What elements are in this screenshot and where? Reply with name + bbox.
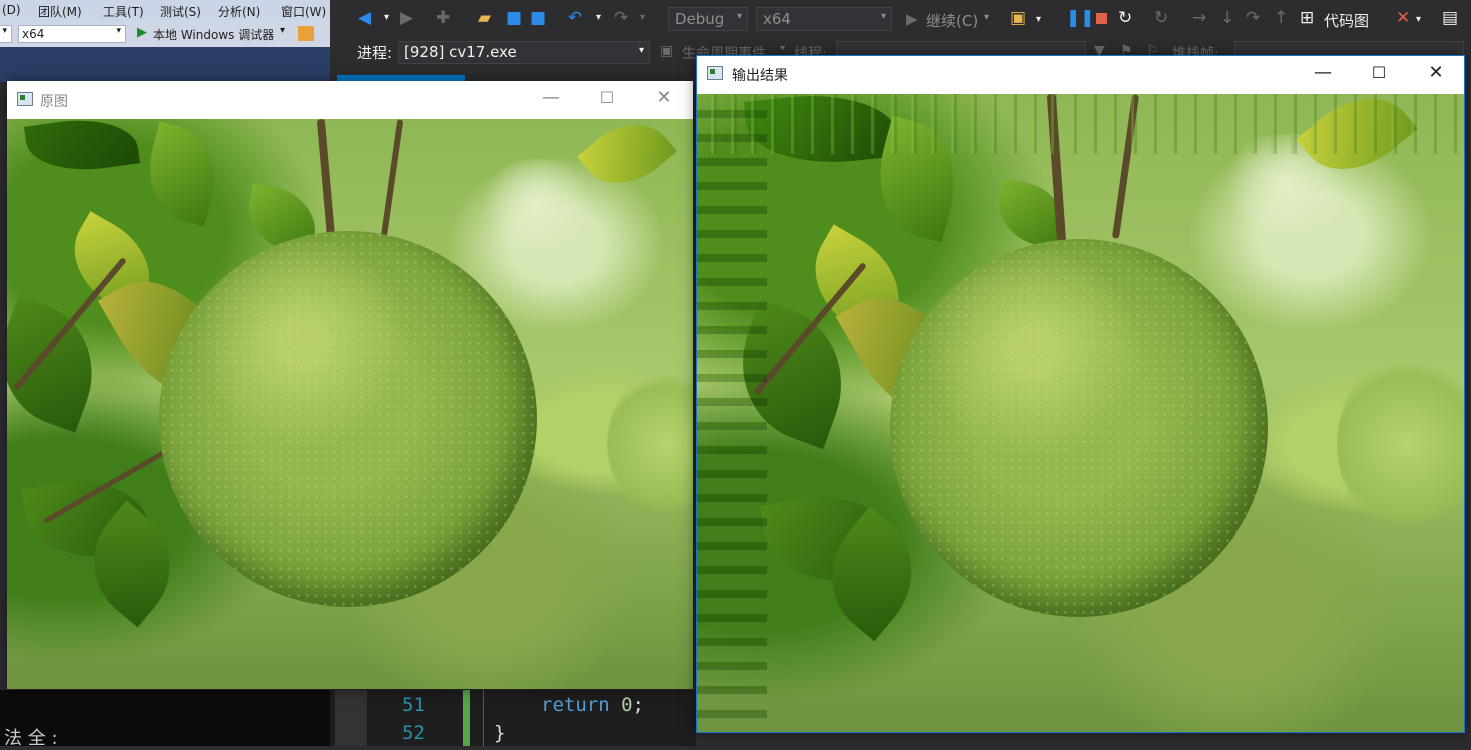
minimize-icon[interactable]: —	[1303, 58, 1343, 88]
stop-icon[interactable]	[1096, 13, 1107, 24]
open-folder-icon[interactable]: ▰	[478, 8, 491, 28]
continue-icon[interactable]: ▶	[906, 10, 918, 28]
line-number: 51	[402, 694, 425, 716]
continue-button[interactable]: 继续(C)	[926, 10, 978, 31]
distortion-stripes	[697, 94, 1464, 154]
chevron-down-icon[interactable]: ▾	[984, 12, 989, 23]
undo-icon[interactable]: ↶	[568, 8, 582, 28]
left-platform-combo[interactable]: x64 ▾	[18, 25, 126, 43]
chevron-down-icon[interactable]: ▾	[384, 12, 389, 23]
chevron-down-icon[interactable]: ▾	[280, 25, 285, 36]
scope-guide-line	[483, 690, 484, 746]
new-item-icon[interactable]: ✚	[436, 8, 450, 28]
process-label: 进程:	[357, 44, 393, 62]
original-window-titlebar[interactable]: 原图 — ☐ ✕	[7, 81, 693, 119]
editor-margin	[335, 690, 367, 746]
maximize-icon[interactable]: ☐	[1359, 58, 1399, 88]
left-platform-value: x64	[22, 27, 45, 41]
change-tracking-bar	[463, 690, 470, 746]
chevron-down-icon[interactable]: ▾	[640, 12, 645, 23]
left-config-combo[interactable]: ▾	[0, 25, 12, 43]
code-line-51: return 0;	[541, 694, 644, 716]
step-out-icon[interactable]: ↑	[1274, 8, 1288, 28]
restart-icon[interactable]: ↻	[1118, 8, 1132, 28]
lifecycle-icon[interactable]: ▣	[660, 43, 673, 59]
code-map-icon[interactable]: ⊞	[1300, 8, 1314, 28]
left-menu-bar: (D) 团队(M) 工具(T) 测试(S) 分析(N) 窗口(W)	[0, 0, 330, 22]
menu-item-tools[interactable]: 工具(T)	[103, 3, 144, 20]
opencv-window-icon	[707, 66, 723, 80]
console-text: 法 全 :	[4, 728, 58, 749]
debug-toolbar: ◀ ▾ ▶ ✚ ▰ ■ ■ ↶ ▾ ↷ ▾ Debug ▾ x64 ▾ ▶ 继续(C…	[330, 0, 1471, 40]
breakpoints-icon[interactable]: ✕	[1396, 8, 1410, 28]
chevron-down-icon[interactable]: ▾	[780, 43, 785, 54]
original-image-window[interactable]: 原图 — ☐ ✕	[7, 81, 693, 689]
chevron-down-icon[interactable]: ▾	[1416, 14, 1421, 25]
process-value: [928] cv17.exe	[404, 43, 517, 61]
minimize-icon[interactable]: —	[531, 83, 571, 113]
left-toolbar: ▾ x64 ▾ ▶ 本地 Windows 调试器 ▾	[0, 22, 330, 47]
output-result-window[interactable]: 输出结果 — ☐ ✕	[696, 55, 1465, 733]
output-image	[697, 94, 1464, 732]
config-value: Debug	[675, 10, 725, 28]
original-window-title: 原图	[40, 94, 68, 110]
chevron-down-icon[interactable]: ▾	[1036, 14, 1041, 25]
save-icon[interactable]: ■	[506, 8, 522, 28]
menu-item-team[interactable]: 团队(M)	[38, 3, 82, 20]
platform-combo[interactable]: x64 ▾	[756, 7, 892, 31]
semicolon: ;	[632, 694, 644, 716]
menu-item-test[interactable]: 测试(S)	[160, 3, 201, 20]
line-number: 52	[402, 722, 425, 744]
close-icon[interactable]: ✕	[1416, 58, 1456, 88]
keyword-return: return	[541, 694, 610, 716]
back-icon[interactable]: ◀	[358, 8, 371, 28]
step-forward-icon[interactable]: →	[1192, 8, 1206, 28]
console-window: 法 全 :	[0, 690, 330, 749]
close-icon[interactable]: ✕	[644, 83, 684, 113]
step-over-icon[interactable]: ↷	[1246, 8, 1260, 28]
code-line-52: }	[494, 722, 506, 744]
pause-icon[interactable]: ❚❚	[1066, 8, 1095, 28]
overflow-icon[interactable]: ▤	[1442, 8, 1458, 28]
original-image	[7, 119, 693, 689]
code-editor[interactable]: 51 52 return 0; }	[330, 690, 696, 746]
process-combo[interactable]: [928] cv17.exe ▾	[398, 41, 650, 64]
maximize-icon[interactable]: ☐	[587, 83, 627, 113]
output-window-titlebar[interactable]: 输出结果 — ☐ ✕	[697, 56, 1464, 94]
menu-item-window[interactable]: 窗口(W)	[281, 3, 326, 20]
menu-item-analyze[interactable]: 分析(N)	[218, 3, 260, 20]
play-icon[interactable]: ▶	[137, 25, 147, 40]
opencv-window-icon	[17, 92, 33, 106]
run-debugger-button[interactable]: 本地 Windows 调试器	[153, 26, 274, 43]
redo-icon[interactable]: ↷	[614, 8, 628, 28]
output-window-title: 输出结果	[732, 68, 788, 84]
left-panel-header	[0, 47, 330, 82]
find-icon[interactable]	[298, 26, 314, 41]
chevron-down-icon[interactable]: ▾	[596, 12, 601, 23]
menu-item-d[interactable]: (D)	[2, 3, 21, 17]
distortion-stripes	[697, 94, 767, 732]
show-next-statement-icon[interactable]: ↻	[1154, 8, 1168, 28]
code-map-button[interactable]: 代码图	[1324, 10, 1369, 31]
chevron-down-icon: ▾	[638, 45, 644, 56]
platform-value: x64	[763, 10, 791, 28]
save-all-icon[interactable]: ■	[530, 8, 546, 28]
forward-icon[interactable]: ▶	[400, 8, 413, 28]
return-value: 0	[621, 694, 633, 716]
process-icon[interactable]: ▣	[1010, 8, 1026, 28]
config-combo[interactable]: Debug ▾	[668, 7, 748, 31]
step-into-icon[interactable]: ↓	[1220, 8, 1234, 28]
